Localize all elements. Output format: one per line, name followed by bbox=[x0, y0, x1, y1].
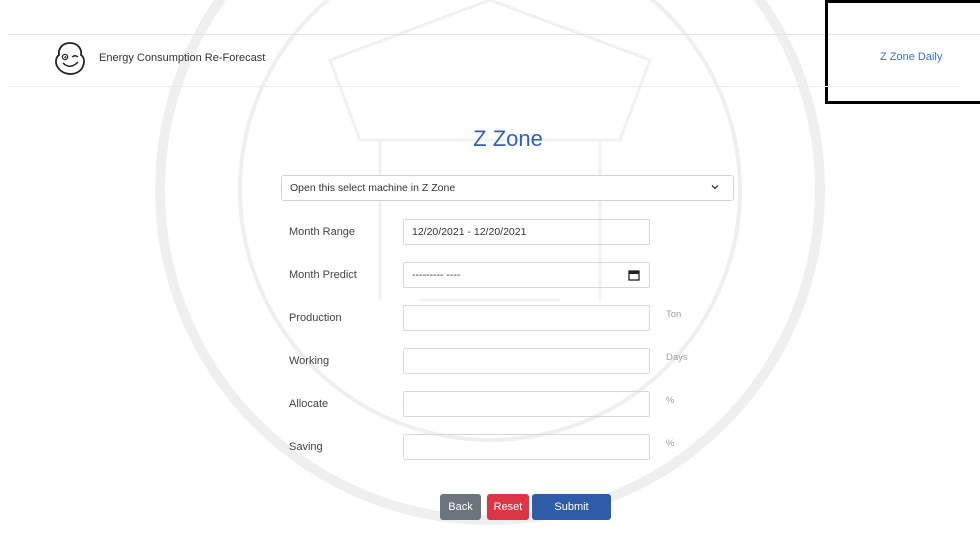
allocate-label: Allocate bbox=[289, 398, 329, 410]
chevron-down-icon bbox=[711, 185, 719, 190]
month-range-value: 12/20/2021 - 12/20/2021 bbox=[412, 226, 527, 238]
saving-input[interactable] bbox=[403, 434, 650, 460]
nav-link-z-zone-daily[interactable]: Z Zone Daily bbox=[880, 51, 942, 63]
month-range-input[interactable]: 12/20/2021 - 12/20/2021 bbox=[403, 219, 650, 245]
brand-logo-icon bbox=[55, 42, 85, 75]
allocate-input[interactable] bbox=[403, 391, 650, 417]
brand-name: Energy Consumption Re-Forecast bbox=[99, 52, 266, 64]
submit-button[interactable]: Submit bbox=[532, 494, 611, 520]
brand[interactable]: Energy Consumption Re-Forecast bbox=[52, 40, 265, 76]
working-label: Working bbox=[289, 355, 330, 367]
production-input[interactable] bbox=[403, 305, 650, 331]
working-unit: Days bbox=[666, 352, 688, 363]
machine-select[interactable]: Open this select machine in Z Zone bbox=[281, 175, 734, 201]
back-button[interactable]: Back bbox=[440, 494, 481, 520]
allocate-unit: % bbox=[666, 395, 675, 406]
reset-button[interactable]: Reset bbox=[487, 494, 529, 520]
nav-divider bbox=[8, 86, 958, 87]
production-label: Production bbox=[289, 312, 342, 324]
month-predict-value: --------- ---- bbox=[412, 269, 461, 281]
month-range-label: Month Range bbox=[289, 226, 356, 238]
page-title: Z Zone bbox=[473, 126, 543, 151]
machine-select-value: Open this select machine in Z Zone bbox=[290, 182, 456, 194]
working-input[interactable] bbox=[403, 348, 650, 374]
saving-label: Saving bbox=[289, 441, 323, 453]
calendar-icon[interactable] bbox=[628, 269, 640, 281]
month-predict-input[interactable]: --------- ---- bbox=[403, 262, 650, 288]
production-unit: Ton bbox=[666, 309, 682, 320]
month-predict-label: Month Predict bbox=[289, 269, 357, 281]
saving-unit: % bbox=[666, 438, 675, 449]
